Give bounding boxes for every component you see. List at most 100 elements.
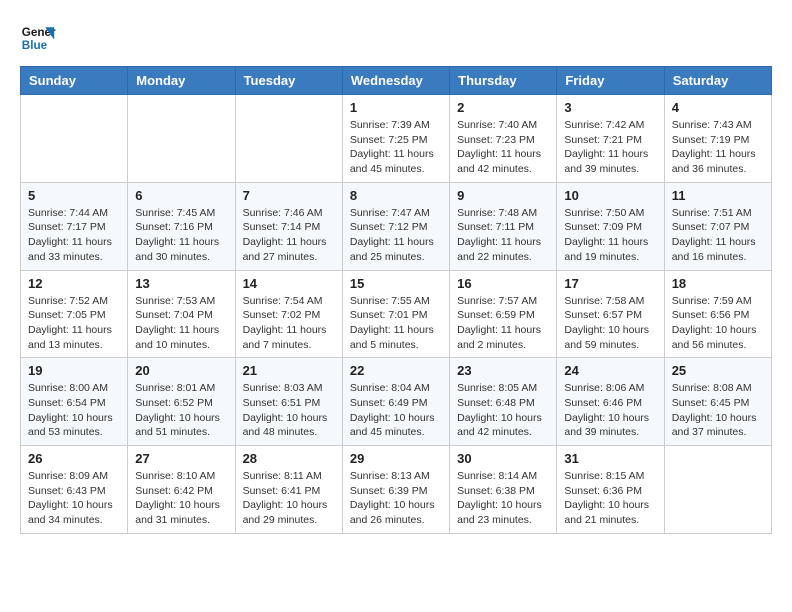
day-info: Sunrise: 7:46 AM Sunset: 7:14 PM Dayligh… xyxy=(243,206,335,265)
calendar-cell: 15Sunrise: 7:55 AM Sunset: 7:01 PM Dayli… xyxy=(342,270,449,358)
calendar-cell: 1 Sunrise: 7:39 AM Sunset: 7:25 PM Daylig… xyxy=(342,95,449,183)
day-number: 24 xyxy=(564,363,656,378)
calendar-cell: 16 Sunrise: 7:57 AM Sunset: 6:59 PM Dayli… xyxy=(450,270,557,358)
day-info: Sunrise: 8:10 AM Sunset: 6:42 PM Dayligh… xyxy=(135,469,227,528)
day-number: 12 xyxy=(28,276,120,291)
calendar-cell: 2Sunrise: 7:40 AM Sunset: 7:23 PM Daylig… xyxy=(450,95,557,183)
day-info: Sunrise: 7:44 AM Sunset: 7:17 PM Dayligh… xyxy=(28,206,120,265)
week-row-2: 12 Sunrise: 7:52 AM Sunset: 7:05 PM Dayli… xyxy=(21,270,772,358)
calendar-cell: 12 Sunrise: 7:52 AM Sunset: 7:05 PM Dayli… xyxy=(21,270,128,358)
day-info: Sunrise: 8:14 AM Sunset: 6:38 PM Dayligh… xyxy=(457,469,549,528)
calendar-cell xyxy=(664,446,771,534)
calendar-cell: 30 Sunrise: 8:14 AM Sunset: 6:38 PM Dayli… xyxy=(450,446,557,534)
calendar-cell: 4 Sunrise: 7:43 AM Sunset: 7:19 PM Daylig… xyxy=(664,95,771,183)
day-number: 18 xyxy=(672,276,764,291)
calendar-cell: 3 Sunrise: 7:42 AM Sunset: 7:21 PM Daylig… xyxy=(557,95,664,183)
day-number: 17 xyxy=(564,276,656,291)
page-header: General Blue xyxy=(20,20,772,56)
day-info: Sunrise: 7:59 AM Sunset: 6:56 PM Dayligh… xyxy=(672,294,764,353)
day-number: 29 xyxy=(350,451,442,466)
calendar-cell xyxy=(128,95,235,183)
day-info: Sunrise: 7:53 AM Sunset: 7:04 PM Dayligh… xyxy=(135,294,227,353)
day-info: Sunrise: 7:50 AM Sunset: 7:09 PM Dayligh… xyxy=(564,206,656,265)
calendar-cell: 14 Sunrise: 7:54 AM Sunset: 7:02 PM Dayli… xyxy=(235,270,342,358)
day-number: 9 xyxy=(457,188,549,203)
day-number: 19 xyxy=(28,363,120,378)
calendar-cell: 17 Sunrise: 7:58 AM Sunset: 6:57 PM Dayli… xyxy=(557,270,664,358)
day-number: 27 xyxy=(135,451,227,466)
day-number: 26 xyxy=(28,451,120,466)
week-row-0: 1 Sunrise: 7:39 AM Sunset: 7:25 PM Daylig… xyxy=(21,95,772,183)
svg-text:Blue: Blue xyxy=(22,39,48,52)
day-info: Sunrise: 7:42 AM Sunset: 7:21 PM Dayligh… xyxy=(564,118,656,177)
weekday-header-thursday: Thursday xyxy=(450,67,557,95)
day-number: 1 xyxy=(350,100,442,115)
day-info: Sunrise: 8:00 AM Sunset: 6:54 PM Dayligh… xyxy=(28,381,120,440)
calendar-table: SundayMondayTuesdayWednesdayThursdayFrid… xyxy=(20,66,772,534)
day-number: 16 xyxy=(457,276,549,291)
day-number: 8 xyxy=(350,188,442,203)
day-info: Sunrise: 7:57 AM Sunset: 6:59 PM Dayligh… xyxy=(457,294,549,353)
day-info: Sunrise: 8:04 AM Sunset: 6:49 PM Dayligh… xyxy=(350,381,442,440)
day-info: Sunrise: 8:11 AM Sunset: 6:41 PM Dayligh… xyxy=(243,469,335,528)
day-info: Sunrise: 8:03 AM Sunset: 6:51 PM Dayligh… xyxy=(243,381,335,440)
calendar-cell: 8 Sunrise: 7:47 AM Sunset: 7:12 PM Daylig… xyxy=(342,182,449,270)
calendar-cell: 31 Sunrise: 8:15 AM Sunset: 6:36 PM Dayli… xyxy=(557,446,664,534)
day-info: Sunrise: 7:52 AM Sunset: 7:05 PM Dayligh… xyxy=(28,294,120,353)
week-row-1: 5 Sunrise: 7:44 AM Sunset: 7:17 PM Daylig… xyxy=(21,182,772,270)
calendar-cell: 13 Sunrise: 7:53 AM Sunset: 7:04 PM Dayli… xyxy=(128,270,235,358)
calendar-cell xyxy=(21,95,128,183)
weekday-header-tuesday: Tuesday xyxy=(235,67,342,95)
calendar-cell: 23 Sunrise: 8:05 AM Sunset: 6:48 PM Dayli… xyxy=(450,358,557,446)
day-number: 15 xyxy=(350,276,442,291)
day-info: Sunrise: 8:08 AM Sunset: 6:45 PM Dayligh… xyxy=(672,381,764,440)
day-number: 5 xyxy=(28,188,120,203)
day-info: Sunrise: 8:06 AM Sunset: 6:46 PM Dayligh… xyxy=(564,381,656,440)
day-number: 22 xyxy=(350,363,442,378)
day-number: 13 xyxy=(135,276,227,291)
day-info: Sunrise: 7:47 AM Sunset: 7:12 PM Dayligh… xyxy=(350,206,442,265)
week-row-3: 19 Sunrise: 8:00 AM Sunset: 6:54 PM Dayli… xyxy=(21,358,772,446)
day-number: 21 xyxy=(243,363,335,378)
day-info: Sunrise: 7:54 AM Sunset: 7:02 PM Dayligh… xyxy=(243,294,335,353)
day-info: Sunrise: 7:48 AM Sunset: 7:11 PM Dayligh… xyxy=(457,206,549,265)
weekday-header-monday: Monday xyxy=(128,67,235,95)
calendar-cell: 27 Sunrise: 8:10 AM Sunset: 6:42 PM Dayli… xyxy=(128,446,235,534)
weekday-header-saturday: Saturday xyxy=(664,67,771,95)
day-number: 7 xyxy=(243,188,335,203)
calendar-cell: 26 Sunrise: 8:09 AM Sunset: 6:43 PM Dayli… xyxy=(21,446,128,534)
logo: General Blue xyxy=(20,20,56,56)
calendar-cell: 7 Sunrise: 7:46 AM Sunset: 7:14 PM Daylig… xyxy=(235,182,342,270)
calendar-cell: 22 Sunrise: 8:04 AM Sunset: 6:49 PM Dayli… xyxy=(342,358,449,446)
day-info: Sunrise: 7:39 AM Sunset: 7:25 PM Dayligh… xyxy=(350,118,442,177)
day-info: Sunrise: 7:51 AM Sunset: 7:07 PM Dayligh… xyxy=(672,206,764,265)
calendar-cell: 19 Sunrise: 8:00 AM Sunset: 6:54 PM Dayli… xyxy=(21,358,128,446)
day-info: Sunrise: 8:15 AM Sunset: 6:36 PM Dayligh… xyxy=(564,469,656,528)
day-number: 4 xyxy=(672,100,764,115)
calendar-cell: 21 Sunrise: 8:03 AM Sunset: 6:51 PM Dayli… xyxy=(235,358,342,446)
day-info: Sunrise: 7:58 AM Sunset: 6:57 PM Dayligh… xyxy=(564,294,656,353)
calendar-cell: 20Sunrise: 8:01 AM Sunset: 6:52 PM Dayli… xyxy=(128,358,235,446)
day-number: 30 xyxy=(457,451,549,466)
day-info: Sunrise: 7:43 AM Sunset: 7:19 PM Dayligh… xyxy=(672,118,764,177)
calendar-cell: 6Sunrise: 7:45 AM Sunset: 7:16 PM Daylig… xyxy=(128,182,235,270)
day-number: 2 xyxy=(457,100,549,115)
calendar-cell: 9 Sunrise: 7:48 AM Sunset: 7:11 PM Daylig… xyxy=(450,182,557,270)
calendar-cell: 24 Sunrise: 8:06 AM Sunset: 6:46 PM Dayli… xyxy=(557,358,664,446)
weekday-header-sunday: Sunday xyxy=(21,67,128,95)
day-number: 6 xyxy=(135,188,227,203)
weekday-header-row: SundayMondayTuesdayWednesdayThursdayFrid… xyxy=(21,67,772,95)
calendar-cell: 25 Sunrise: 8:08 AM Sunset: 6:45 PM Dayli… xyxy=(664,358,771,446)
calendar-cell: 5 Sunrise: 7:44 AM Sunset: 7:17 PM Daylig… xyxy=(21,182,128,270)
day-number: 25 xyxy=(672,363,764,378)
day-number: 31 xyxy=(564,451,656,466)
calendar-cell: 11Sunrise: 7:51 AM Sunset: 7:07 PM Dayli… xyxy=(664,182,771,270)
day-number: 14 xyxy=(243,276,335,291)
day-number: 23 xyxy=(457,363,549,378)
day-info: Sunrise: 8:05 AM Sunset: 6:48 PM Dayligh… xyxy=(457,381,549,440)
day-info: Sunrise: 8:09 AM Sunset: 6:43 PM Dayligh… xyxy=(28,469,120,528)
weekday-header-wednesday: Wednesday xyxy=(342,67,449,95)
calendar-cell: 29Sunrise: 8:13 AM Sunset: 6:39 PM Dayli… xyxy=(342,446,449,534)
day-number: 3 xyxy=(564,100,656,115)
day-number: 20 xyxy=(135,363,227,378)
